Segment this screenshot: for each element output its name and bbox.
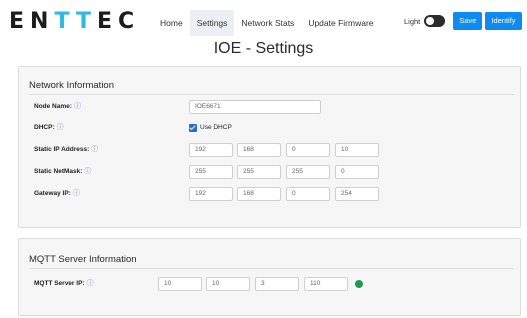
gateway-label: Gateway IP: xyxy=(34,190,71,197)
page-title: IOE - Settings xyxy=(213,40,314,57)
connection-status-icon xyxy=(355,280,363,288)
static-ip-octet-4[interactable]: 10 xyxy=(335,143,379,157)
netmask-octet-3[interactable]: 255 xyxy=(286,165,330,179)
node-name-input[interactable]: IOE6671 xyxy=(189,100,321,114)
main-nav: Home Settings Network Stats Update Firmw… xyxy=(153,10,381,36)
panel-divider xyxy=(29,268,514,269)
theme-label: Light xyxy=(404,16,421,26)
settings-page: ENTTEC Home Settings Network Stats Updat… xyxy=(0,0,527,318)
mqtt-ip-octet-2[interactable]: 10 xyxy=(206,277,250,291)
static-ip-row: Static IP Address: ⓘ 192 168 0 10 xyxy=(34,143,514,157)
header-actions: Light Save Identify xyxy=(404,12,525,30)
info-icon[interactable]: ⓘ xyxy=(74,103,81,110)
mqtt-server-ip-label: MQTT Server IP: xyxy=(34,280,85,287)
network-information-panel: Network Information Node Name: ⓘ IOE6671 … xyxy=(18,66,521,228)
info-icon[interactable]: ⓘ xyxy=(57,124,64,131)
gateway-octet-2[interactable]: 168 xyxy=(237,187,281,201)
nav-settings[interactable]: Settings xyxy=(189,10,235,36)
nav-network-stats[interactable]: Network Stats xyxy=(234,10,301,36)
save-button[interactable]: Save xyxy=(453,12,483,30)
netmask-octet-2[interactable]: 255 xyxy=(237,165,281,179)
gateway-octet-3[interactable]: 0 xyxy=(286,187,330,201)
static-ip-octet-2[interactable]: 168 xyxy=(237,143,281,157)
netmask-row: Static NetMask: ⓘ 255 255 255 0 xyxy=(34,165,514,179)
netmask-octet-1[interactable]: 255 xyxy=(189,165,233,179)
node-name-row: Node Name: ⓘ IOE6671 xyxy=(34,100,514,114)
use-dhcp-label: Use DHCP xyxy=(200,124,232,131)
panel-title: Network Information xyxy=(29,80,115,91)
info-icon[interactable]: ⓘ xyxy=(73,190,80,197)
toggle-knob xyxy=(426,17,435,25)
panel-divider xyxy=(29,94,514,95)
info-icon[interactable]: ⓘ xyxy=(91,146,98,153)
identify-button[interactable]: Identify xyxy=(485,12,522,30)
nav-update-firmware[interactable]: Update Firmware xyxy=(301,10,380,36)
info-icon[interactable]: ⓘ xyxy=(87,280,94,287)
gateway-octet-1[interactable]: 192 xyxy=(189,187,233,201)
theme-toggle[interactable] xyxy=(424,15,446,27)
static-ip-octet-3[interactable]: 0 xyxy=(286,143,330,157)
node-name-label: Node Name: xyxy=(34,103,72,110)
info-icon[interactable]: ⓘ xyxy=(84,168,91,175)
gateway-row: Gateway IP: ⓘ 192 168 0 254 xyxy=(34,187,514,201)
mqtt-server-panel: MQTT Server Information MQTT Server IP: ⓘ… xyxy=(18,238,521,316)
dhcp-row: DHCP: ⓘ Use DHCP xyxy=(34,121,514,135)
static-ip-label: Static IP Address: xyxy=(34,146,90,153)
mqtt-ip-octet-4[interactable]: 110 xyxy=(304,277,348,291)
panel-title: MQTT Server Information xyxy=(29,254,137,265)
nav-home[interactable]: Home xyxy=(153,10,190,36)
mqtt-ip-octet-3[interactable]: 3 xyxy=(255,277,299,291)
mqtt-ip-octet-1[interactable]: 10 xyxy=(158,277,202,291)
use-dhcp-checkbox[interactable] xyxy=(189,124,197,132)
static-ip-octet-1[interactable]: 192 xyxy=(189,143,233,157)
gateway-octet-4[interactable]: 254 xyxy=(335,187,379,201)
netmask-label: Static NetMask: xyxy=(34,168,83,175)
dhcp-label: DHCP: xyxy=(34,124,55,131)
netmask-octet-4[interactable]: 0 xyxy=(335,165,379,179)
mqtt-server-ip-row: MQTT Server IP: ⓘ 10 10 3 110 xyxy=(34,277,514,291)
enttec-logo[interactable]: ENTTEC xyxy=(9,9,140,35)
